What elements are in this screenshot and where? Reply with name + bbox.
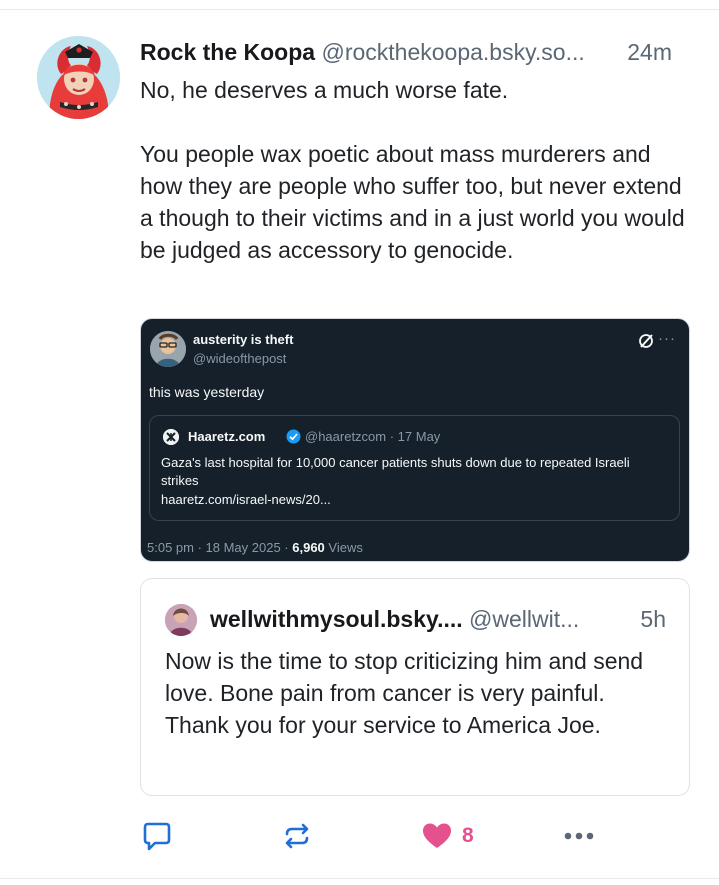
quoted-post-text: Now is the time to stop criticizing him … [165,648,644,738]
more-options-icon: ··· [658,330,676,347]
x-views-label: Views [324,540,363,555]
verified-badge-icon [286,429,301,444]
quoted-timestamp[interactable]: 5h [640,603,666,635]
post-header: Rock the Koopa @rockthekoopa.bsky.so... … [140,36,700,68]
quoted-source-name: Haaretz.com [188,429,266,444]
post-action-bar: 8 [140,818,700,854]
like-button[interactable]: 8 [420,818,474,854]
author-handle[interactable]: @rockthekoopa.bsky.so... [321,39,584,65]
post-paragraph: You people wax poetic about mass murdere… [140,141,685,263]
x-quoted-post: Haaretz.com @haaretzcom · 17 May Gaza's … [149,415,680,521]
quoted-meta: @haaretzcom · 17 May [305,429,441,444]
more-options-button[interactable] [560,818,598,854]
quoted-author-name[interactable]: wellwithmysoul.bsky.... [210,606,463,632]
repost-button[interactable] [280,818,314,854]
top-divider [0,9,719,10]
x-post-footer: 5:05 pm · 18 May 2025 · 6,960 Views [147,540,363,555]
post-timestamp[interactable]: 24m [627,36,672,68]
x-author-handle: @wideofthepost [193,351,287,366]
quoted-author-avatar-image [165,604,197,636]
grok-icon [638,333,654,349]
quoted-author-handle[interactable]: @wellwit... [469,606,579,632]
heart-icon [420,819,454,853]
bottom-divider [0,878,719,879]
quoted-author-avatar[interactable] [165,604,197,636]
embedded-screenshot[interactable]: austerity is theft @wideofthepost ··· th… [140,318,690,562]
post-body: No, he deserves a much worse fate. You p… [140,74,690,266]
haaretz-logo-icon [163,429,179,445]
quoted-link: haaretz.com/israel-news/20... [161,492,331,507]
x-post-datetime: 5:05 pm · 18 May 2025 · [147,540,293,555]
quoted-post-card[interactable]: wellwithmysoul.bsky.... @wellwit... 5h N… [140,578,690,796]
quoted-post-header: wellwithmysoul.bsky.... @wellwit... 5h [210,603,680,635]
author-avatar-image [37,36,120,119]
reply-button[interactable] [140,818,174,854]
author-avatar[interactable] [37,36,120,119]
repost-icon [280,819,314,853]
x-author-avatar-image [150,331,186,367]
x-author-name: austerity is theft [193,332,294,347]
post-paragraph: No, he deserves a much worse fate. [140,77,509,103]
x-view-count: 6,960 [292,540,325,555]
author-name[interactable]: Rock the Koopa [140,39,315,65]
quoted-headline: Gaza's last hospital for 10,000 cancer p… [161,455,630,488]
x-author-avatar [150,331,186,367]
more-dots-icon [560,819,598,853]
like-count: 8 [462,824,474,847]
x-post-text: this was yesterday [149,384,265,400]
reply-icon [140,819,174,853]
